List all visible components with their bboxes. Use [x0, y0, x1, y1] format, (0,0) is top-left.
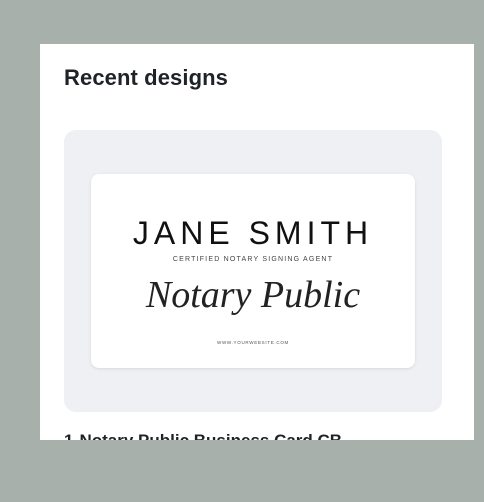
recent-designs-panel: Recent designs JANE SMITH CERTIFIED NOTA… [40, 44, 474, 440]
card-name: JANE SMITH [133, 215, 373, 251]
card-website: WWW.YOURWEBSITE.COM [217, 340, 289, 345]
design-card[interactable]: JANE SMITH CERTIFIED NOTARY SIGNING AGEN… [64, 130, 442, 412]
design-thumbnail: JANE SMITH CERTIFIED NOTARY SIGNING AGEN… [91, 174, 415, 368]
design-caption[interactable]: 1 Notary Public Business Card CB... [64, 430, 474, 440]
card-subtitle: CERTIFIED NOTARY SIGNING AGENT [173, 256, 333, 263]
design-index: 1 [64, 431, 73, 440]
design-title: Notary Public Business Card CB... [79, 431, 356, 440]
panel-title: Recent designs [64, 65, 229, 90]
card-script: Notary Public [145, 274, 360, 316]
business-card-preview: JANE SMITH CERTIFIED NOTARY SIGNING AGEN… [133, 215, 373, 345]
